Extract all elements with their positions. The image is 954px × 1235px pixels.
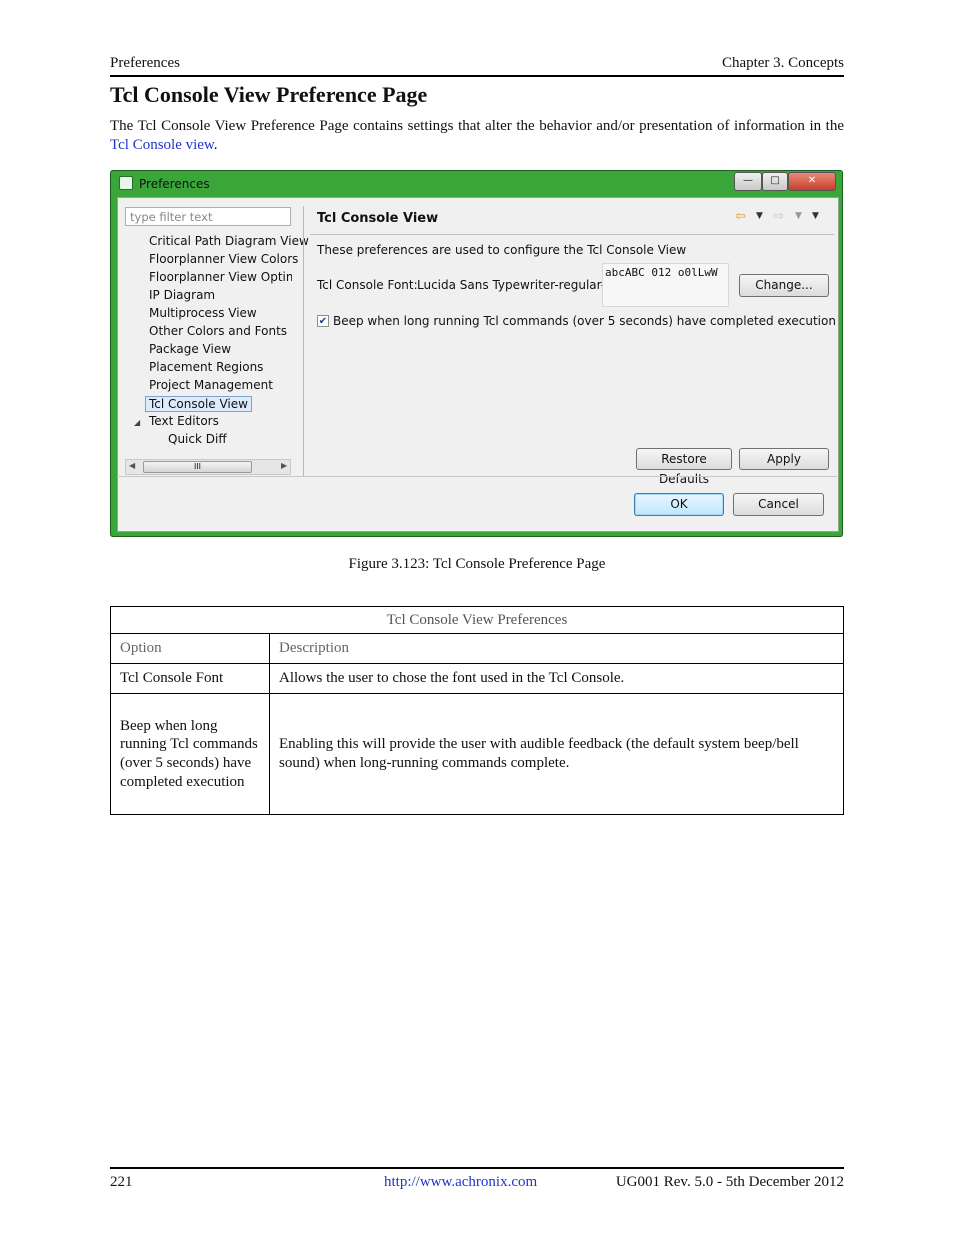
tree-item-floorplanner-optimiz[interactable]: Floorplanner View Optimiz [149, 270, 292, 284]
apply-button[interactable]: Apply [739, 448, 829, 470]
tree-item-quick-diff[interactable]: Quick Diff [168, 432, 227, 446]
tree-item-critical-path[interactable]: Critical Path Diagram View [149, 234, 309, 248]
pane-splitter[interactable] [303, 206, 304, 476]
figure-caption: Figure 3.123: Tcl Console Preference Pag… [348, 556, 606, 572]
font-label: Tcl Console Font: [317, 278, 418, 292]
font-value: Lucida Sans Typewriter-regular-8 [417, 278, 613, 292]
beep-checkbox[interactable]: ✔ [317, 315, 329, 327]
tree-item-other-colors[interactable]: Other Colors and Fonts [149, 324, 287, 338]
tree-item-placement-regions[interactable]: Placement Regions [149, 360, 263, 374]
font-preview: abcABC 012 o0lLwW [602, 263, 729, 307]
expand-triangle-icon[interactable]: ◢ [134, 418, 140, 427]
footer-url-link[interactable]: http://www.achronix.com [384, 1174, 537, 1191]
running-header-right: Chapter 3. Concepts [721, 55, 844, 71]
intro-paragraph: The Tcl Console View Preference Page con… [110, 117, 844, 155]
tree-item-multiprocess-view[interactable]: Multiprocess View [149, 306, 257, 320]
row-description: Allows the user to chose the font used i… [269, 663, 844, 694]
tcl-console-view-link[interactable]: Tcl Console view [110, 137, 214, 153]
cancel-button[interactable]: Cancel [733, 493, 824, 516]
page-number: 221 [110, 1174, 133, 1190]
eclipse-app-icon [119, 176, 133, 190]
tree-item-floorplanner-colors[interactable]: Floorplanner View Colors [149, 252, 298, 266]
beep-checkbox-label[interactable]: Beep when long running Tcl commands (ove… [333, 314, 836, 328]
forward-arrow-icon[interactable]: ⇨ [773, 209, 784, 224]
maximize-button[interactable]: □ [762, 172, 788, 191]
view-menu-icon[interactable]: ▼ [812, 211, 819, 221]
tree-item-package-view[interactable]: Package View [149, 342, 231, 356]
document-id: UG001 Rev. 5.0 - 5th December 2012 [615, 1174, 844, 1190]
row-option: Beep when long running Tcl commands (ove… [110, 693, 270, 815]
tree-item-ip-diagram[interactable]: IP Diagram [149, 288, 215, 302]
scroll-right-icon[interactable]: ▶ [281, 461, 287, 470]
ok-button[interactable]: OK [634, 493, 724, 516]
column-header-option: Option [110, 633, 270, 664]
dialog-title: Preferences [139, 177, 210, 191]
intro-text-before: The Tcl Console View Preference Page con… [110, 118, 844, 134]
footer-rule [110, 1167, 844, 1169]
restore-defaults-button[interactable]: Restore Defaults [636, 448, 732, 486]
tree-item-text-editors[interactable]: Text Editors [149, 414, 219, 428]
forward-dropdown-icon[interactable]: ▼ [795, 211, 802, 221]
scroll-left-icon[interactable]: ◀ [129, 461, 135, 470]
back-arrow-icon[interactable]: ⇦ [735, 209, 746, 224]
table-row: Tcl Console Font Allows the user to chos… [110, 663, 844, 694]
filter-input[interactable]: type filter text [125, 207, 291, 226]
column-header-description: Description [269, 633, 844, 664]
row-option: Tcl Console Font [110, 663, 270, 694]
tree-item-tcl-console-view[interactable]: Tcl Console View [145, 396, 252, 412]
scroll-thumb[interactable]: III [143, 461, 252, 473]
running-header-left: Preferences [110, 55, 180, 71]
close-button[interactable]: ✕ [788, 172, 836, 191]
table-caption: Tcl Console View Preferences [110, 606, 844, 634]
table-row: Beep when long running Tcl commands (ove… [110, 693, 844, 815]
header-rule [110, 75, 844, 77]
back-dropdown-icon[interactable]: ▼ [756, 211, 763, 221]
minimize-button[interactable]: — [734, 172, 762, 191]
title-separator [310, 234, 834, 235]
page-description: These preferences are used to configure … [317, 243, 687, 257]
row-description: Enabling this will provide the user with… [269, 693, 844, 815]
intro-text-after: . [213, 137, 218, 153]
tree-item-project-management[interactable]: Project Management [149, 378, 273, 392]
section-title: Tcl Console View Preference Page [110, 82, 428, 107]
change-font-button[interactable]: Change... [739, 274, 829, 297]
page-title: Tcl Console View [317, 211, 439, 226]
button-bar-separator [117, 476, 837, 477]
preferences-table: Tcl Console View Preferences Option Desc… [110, 606, 844, 815]
